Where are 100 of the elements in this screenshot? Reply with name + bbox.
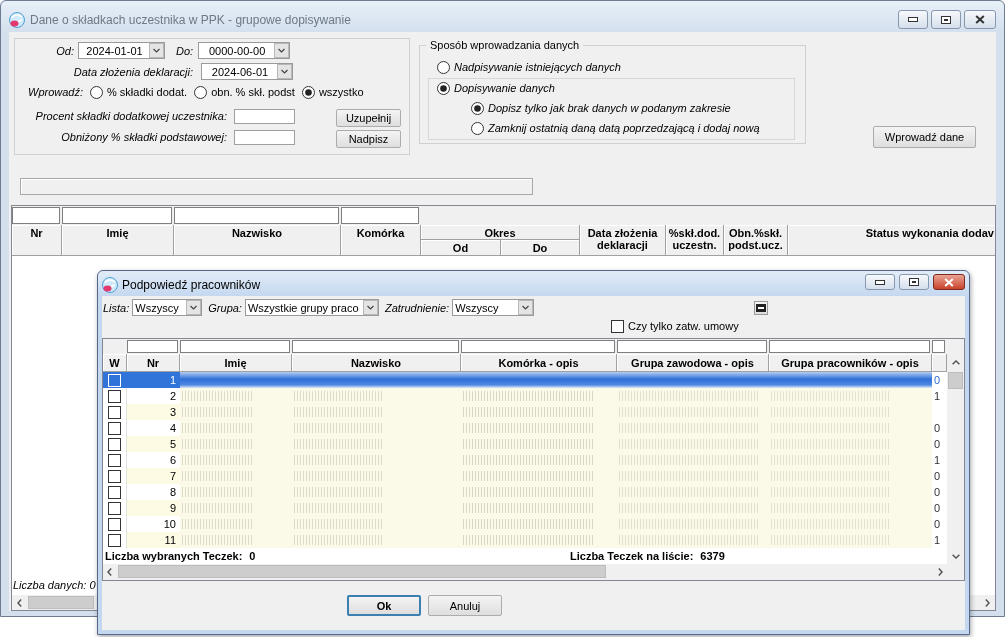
radio-icon[interactable] <box>437 60 450 74</box>
column-header[interactable]: Nazwisko <box>292 354 461 372</box>
chevron-down-icon[interactable] <box>274 43 290 58</box>
radio-option[interactable]: Dopisywanie danych <box>437 80 555 96</box>
filter-field[interactable] <box>341 207 419 224</box>
chevron-down-icon[interactable] <box>277 64 292 79</box>
action-button[interactable]: Nadpisz <box>336 130 401 148</box>
column-header[interactable]: Od <box>421 240 501 256</box>
table-row[interactable]: 2 1 <box>103 388 947 404</box>
table-row[interactable]: 5 0 <box>103 436 947 452</box>
chevron-left-icon[interactable] <box>17 598 22 607</box>
table-row[interactable]: 11 1 <box>103 532 947 548</box>
radio-icon[interactable] <box>194 85 208 99</box>
chevron-down-icon[interactable] <box>186 300 202 315</box>
checkbox[interactable] <box>108 389 121 403</box>
checkbox[interactable] <box>108 533 121 547</box>
checkbox[interactable] <box>108 421 121 435</box>
column-header[interactable]: Obn.%skł. podst.ucz. <box>724 225 788 256</box>
chevron-down-icon[interactable] <box>951 554 960 559</box>
minimize-button[interactable] <box>898 10 928 29</box>
checkbox[interactable] <box>108 437 121 451</box>
filter-dropdown[interactable]: Wszystkie grupy praco <box>244 299 379 316</box>
date-dropdown[interactable]: 2024-01-01 <box>78 42 165 59</box>
column-header[interactable]: Komórka <box>341 225 421 256</box>
filter-field[interactable] <box>292 340 459 353</box>
close-button[interactable] <box>933 274 965 290</box>
date-dropdown[interactable]: 2024-06-01 <box>201 63 293 80</box>
radio-option[interactable]: obn. % skł. podst <box>194 84 295 100</box>
checkbox-icon[interactable] <box>611 319 624 333</box>
scrollbar-thumb[interactable] <box>948 372 963 389</box>
checkbox[interactable] <box>108 405 121 419</box>
radio-icon[interactable] <box>90 85 104 99</box>
chevron-up-icon[interactable] <box>951 360 960 365</box>
column-header[interactable]: Nr <box>12 225 62 256</box>
radio-option[interactable]: % składki dodat. <box>90 84 188 100</box>
radio-option[interactable]: Dopisz tylko jak brak danych w podanym zakresie <box>471 100 731 116</box>
radio-icon[interactable] <box>301 85 315 99</box>
action-button[interactable]: Uzupełnij <box>336 109 401 127</box>
column-header[interactable]: Grupa pracowników - opis <box>769 354 932 372</box>
filter-field[interactable] <box>461 340 615 353</box>
column-header[interactable]: Do <box>501 240 580 256</box>
chevron-down-icon[interactable] <box>518 300 534 315</box>
filter-field[interactable] <box>617 340 767 353</box>
table-row[interactable]: 9 0 <box>103 500 947 516</box>
checkbox[interactable] <box>108 469 121 483</box>
column-header[interactable]: Nr <box>127 354 180 372</box>
text-input[interactable] <box>234 109 295 124</box>
ok-button[interactable]: Ok <box>347 595 421 616</box>
column-header[interactable]: Komórka - opis <box>461 354 617 372</box>
chevron-right-icon[interactable] <box>985 598 990 607</box>
chevron-down-icon[interactable] <box>149 43 164 58</box>
column-header[interactable]: Imię <box>62 225 174 256</box>
table-row[interactable]: 8 0 <box>103 484 947 500</box>
table-row[interactable]: 10 0 <box>103 516 947 532</box>
radio-option[interactable]: wszystko <box>301 84 364 100</box>
column-group-header[interactable]: Okres <box>421 225 580 240</box>
column-header[interactable]: %skł.dod. uczestn. <box>666 225 724 256</box>
table-row[interactable]: 3 <box>103 404 947 420</box>
column-header[interactable]: Nazwisko <box>174 225 341 256</box>
maximize-button[interactable] <box>931 10 961 29</box>
submit-button[interactable]: Wprowadź dane <box>873 126 976 148</box>
chevron-right-icon[interactable] <box>938 567 943 576</box>
column-header[interactable]: Imię <box>180 354 292 372</box>
cancel-button[interactable]: Anuluj <box>428 595 502 616</box>
checkbox[interactable] <box>108 453 121 467</box>
table-row[interactable]: 4 0 <box>103 420 947 436</box>
date-dropdown[interactable]: 0000-00-00 <box>198 42 291 59</box>
filter-dropdown[interactable]: Wszyscy <box>132 299 203 316</box>
column-header[interactable]: Status wykonania dodav <box>788 225 995 256</box>
filter-field[interactable] <box>174 207 339 224</box>
chevron-down-icon[interactable] <box>362 300 378 315</box>
radio-option[interactable]: Zamknij ostatnią daną datą poprzedzającą i dodaj nową <box>471 120 760 136</box>
column-header[interactable]: Grupa zawodowa - opis <box>617 354 769 372</box>
maximize-button[interactable] <box>899 274 929 290</box>
text-input[interactable] <box>234 130 295 145</box>
checkbox[interactable] <box>108 517 121 531</box>
filter-field[interactable] <box>932 340 945 353</box>
toolbar-button[interactable] <box>754 300 768 315</box>
filter-field[interactable] <box>62 207 172 224</box>
table-row[interactable]: 7 0 <box>103 468 947 484</box>
filter-field[interactable] <box>12 207 60 224</box>
scrollbar-thumb[interactable] <box>118 565 606 578</box>
checkbox[interactable] <box>108 485 121 499</box>
table-row[interactable]: 1 0 <box>103 372 947 388</box>
column-header[interactable]: W <box>103 354 127 372</box>
radio-icon[interactable] <box>471 101 484 115</box>
radio-icon[interactable] <box>471 121 484 135</box>
close-button[interactable] <box>964 10 996 29</box>
minimize-button[interactable] <box>865 274 895 290</box>
chevron-left-icon[interactable] <box>107 567 112 576</box>
scrollbar-thumb[interactable] <box>28 596 94 609</box>
table-row[interactable]: 6 1 <box>103 452 947 468</box>
filter-field[interactable] <box>180 340 290 353</box>
filter-field[interactable] <box>127 340 178 353</box>
filter-field[interactable] <box>769 340 930 353</box>
checkbox-option[interactable]: Czy tylko zatw. umowy <box>611 318 739 334</box>
column-header[interactable]: Data złożenia deklaracji <box>580 225 666 256</box>
radio-option[interactable]: Nadpisywanie istniejących danych <box>437 59 621 75</box>
checkbox[interactable] <box>108 501 121 515</box>
filter-dropdown[interactable]: Wszyscy <box>452 299 535 316</box>
